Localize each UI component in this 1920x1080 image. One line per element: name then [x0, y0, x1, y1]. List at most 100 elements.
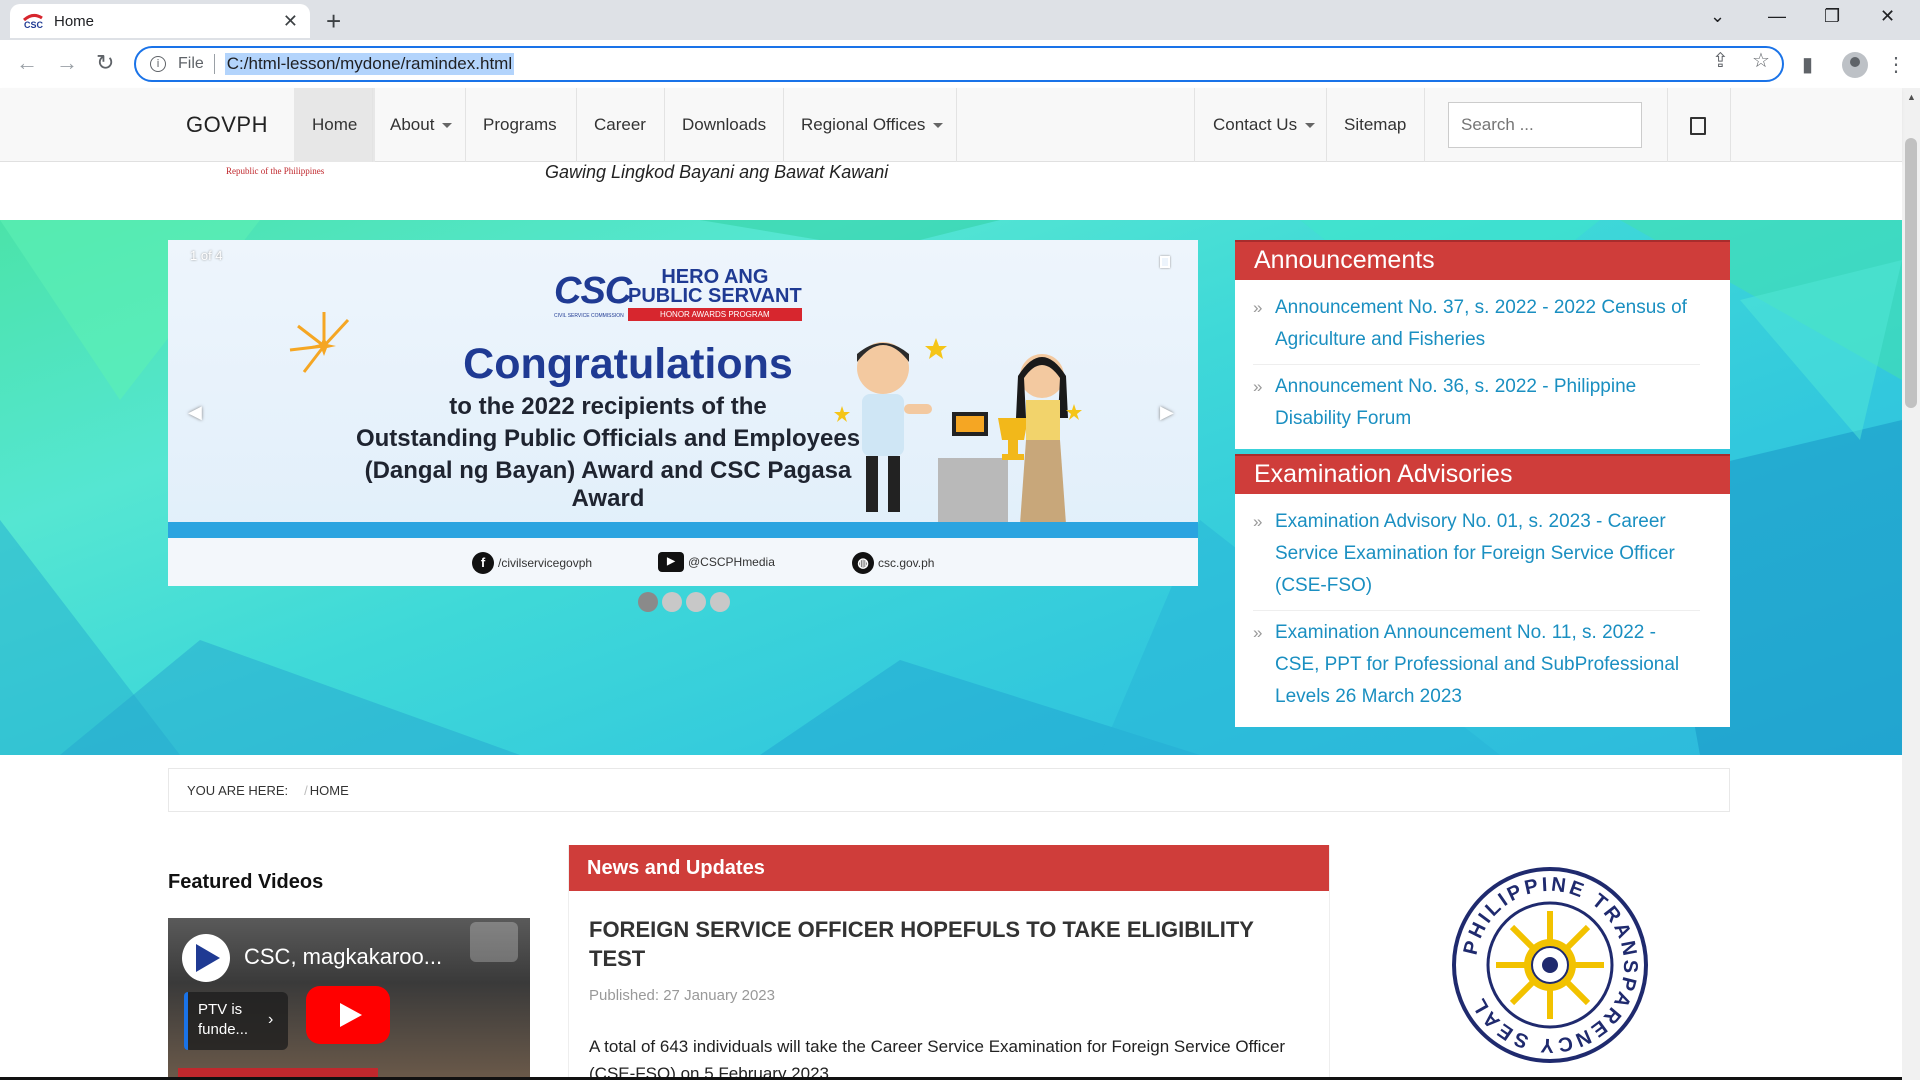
scroll-up-arrow-icon[interactable]: ▲ [1907, 92, 1916, 102]
site-navbar: GOVPH Home About Programs Career Downloa… [0, 88, 1902, 162]
congrats-line2: to the 2022 recipients of the [449, 393, 767, 420]
exam-advisory-link[interactable]: » Examination Advisory No. 01, s. 2023 - … [1253, 500, 1700, 611]
social-facebook: f/civilservicegovph [472, 552, 592, 574]
raquo-icon: » [1253, 298, 1263, 317]
tab-search-chevron-icon[interactable]: ⌄ [1710, 6, 1725, 27]
nav-home[interactable]: Home [294, 88, 376, 162]
site-header: Republic of the Philippines Gawing Lingk… [0, 162, 1902, 220]
new-tab-icon[interactable]: + [326, 6, 341, 37]
nav-sitemap[interactable]: Sitemap [1326, 88, 1424, 162]
browser-tab[interactable]: CSC Home ✕ [10, 4, 310, 38]
exam-advisory-link[interactable]: » Examination Announcement No. 11, s. 202… [1253, 611, 1700, 721]
video-title[interactable]: CSC, magkakaroo... [244, 944, 442, 970]
url-text[interactable]: C:/html-lesson/mydone/ramindex.html [224, 53, 515, 75]
slide-accent-bar [168, 522, 1198, 538]
exam-advisory-link-text: Examination Advisory No. 01, s. 2023 - C… [1275, 511, 1675, 596]
site-search-input[interactable] [1448, 102, 1642, 148]
channel-logo-icon[interactable] [182, 934, 230, 982]
breadcrumb-current[interactable]: HOME [310, 783, 349, 798]
news-updates-title: News and Updates [569, 845, 1329, 891]
file-scheme-label: File [178, 55, 204, 72]
bookmark-star-icon[interactable]: ☆ [1752, 48, 1770, 73]
transparency-seal-box: PHILIPPINE TRANSPARENCY SEAL [1368, 845, 1730, 1080]
featured-video-player[interactable]: CSC, magkakaroo... PTV is funde... › [168, 918, 530, 1080]
site-info-icon[interactable]: i [150, 56, 166, 72]
nav-downloads-label: Downloads [682, 115, 767, 134]
raquo-icon: » [1253, 377, 1263, 396]
nav-contact-us-label: Contact Us [1213, 115, 1298, 134]
svg-text:CSC: CSC [24, 20, 44, 30]
nav-programs[interactable]: Programs [465, 88, 575, 162]
exam-advisories-list: » Examination Advisory No. 01, s. 2023 - … [1235, 494, 1730, 727]
slider-pagination [638, 592, 730, 612]
csc-logo-subtext: CIVIL SERVICE COMMISSION [554, 313, 624, 319]
slide-counter: 1 of 4 [190, 248, 223, 263]
browser-menu-icon[interactable]: ⋮ [1886, 52, 1906, 77]
slider-dot-3[interactable] [686, 592, 706, 612]
scrollbar-thumb[interactable] [1905, 138, 1917, 408]
ptv-line1: PTV is [198, 1001, 243, 1018]
tab-close-icon[interactable]: ✕ [283, 11, 298, 32]
nav-regional-offices[interactable]: Regional Offices [783, 88, 961, 162]
announcements-title: Announcements [1235, 240, 1730, 280]
slider-pause-icon[interactable] [1160, 256, 1170, 268]
social-youtube: ▶ @CSCPHmedia [658, 552, 775, 572]
republic-text: Republic of the Philippines [226, 166, 325, 176]
banner-ribbon: HONOR AWARDS PROGRAM [628, 308, 802, 321]
slider-next-arrow-icon[interactable]: ▶ [1160, 402, 1174, 423]
ptv-info-card[interactable]: PTV is funde... › [184, 992, 288, 1050]
congrats-line4: (Dangal ng Bayan) Award and CSC Pagasa A… [364, 457, 852, 512]
youtube-play-button[interactable] [306, 986, 390, 1044]
social-website-url: csc.gov.ph [878, 556, 935, 570]
announcement-link[interactable]: » Announcement No. 36, s. 2022 - Philippi… [1253, 365, 1700, 443]
nav-career[interactable]: Career [576, 88, 664, 162]
news-updates-panel: News and Updates FOREIGN SERVICE OFFICER… [568, 845, 1330, 1080]
announcements-list: » Announcement No. 37, s. 2022 - 2022 Cen… [1235, 280, 1730, 449]
transparency-seal-icon[interactable]: PHILIPPINE TRANSPARENCY SEAL [1450, 865, 1650, 1065]
address-bar[interactable]: i File C:/html-lesson/mydone/ramindex.ht… [134, 46, 1784, 82]
browser-toolbar: ← → ↻ i File C:/html-lesson/mydone/ramin… [0, 40, 1920, 88]
hero-slider[interactable]: 1 of 4 ◀ ▶ CSC CIVIL SERVICE COMMISSION … [168, 240, 1198, 586]
govph-brand[interactable]: GOVPH [186, 112, 268, 138]
nav-contact-us[interactable]: Contact Us [1195, 88, 1333, 162]
chevron-right-icon: › [268, 1011, 274, 1028]
nav-home-label: Home [312, 115, 358, 134]
nav-about[interactable]: About [372, 88, 470, 162]
congrats-line3: Outstanding Public Officials and Employe… [355, 425, 861, 452]
news-article-title[interactable]: FOREIGN SERVICE OFFICER HOPEFULS TO TAKE… [589, 915, 1289, 973]
nav-divider [1667, 88, 1668, 162]
congrats-headline: Congratulations [463, 340, 793, 388]
omnibox-separator [213, 54, 215, 74]
slider-dot-4[interactable] [710, 592, 730, 612]
share-icon[interactable]: ⇪ [1712, 48, 1729, 73]
exam-advisories-panel: Examination Advisories » Examination Advi… [1235, 454, 1730, 727]
back-icon[interactable]: ← [16, 50, 38, 76]
reload-icon[interactable]: ↻ [96, 50, 114, 76]
caret-down-icon [1305, 123, 1316, 129]
restore-icon[interactable]: ❐ [1824, 6, 1840, 27]
minimize-icon[interactable]: — [1768, 6, 1786, 27]
menu-toggle-icon[interactable] [1690, 117, 1706, 135]
nav-sitemap-label: Sitemap [1344, 115, 1407, 134]
side-panel-icon[interactable]: ▮ [1802, 52, 1813, 77]
announcement-link-text: Announcement No. 36, s. 2022 - Philippin… [1275, 376, 1637, 429]
announcement-link[interactable]: » Announcement No. 37, s. 2022 - 2022 Cen… [1253, 286, 1700, 365]
banner-line2: PUBLIC SERVANT [628, 285, 802, 307]
slider-dot-2[interactable] [662, 592, 682, 612]
page-scrollbar[interactable]: ▲ [1902, 88, 1920, 1080]
nav-about-label: About [390, 115, 435, 134]
social-youtube-handle: @CSCPHmedia [688, 555, 775, 569]
slider-prev-arrow-icon[interactable]: ◀ [188, 402, 202, 423]
nav-divider [1730, 88, 1731, 162]
youtube-icon: ▶ [658, 552, 684, 572]
forward-icon[interactable]: → [56, 50, 78, 76]
exam-advisory-link-text: Examination Announcement No. 11, s. 2022… [1275, 622, 1680, 707]
announcements-panel: Announcements » Announcement No. 37, s. 2… [1235, 240, 1730, 449]
profile-avatar-icon[interactable] [1842, 52, 1868, 78]
close-window-icon[interactable]: ✕ [1880, 6, 1895, 27]
social-facebook-handle: /civilservicegovph [498, 556, 593, 570]
csc-logo-text: CSC [554, 270, 632, 312]
slider-dot-1[interactable] [638, 592, 658, 612]
facebook-icon: f [472, 552, 494, 574]
nav-downloads[interactable]: Downloads [664, 88, 784, 162]
